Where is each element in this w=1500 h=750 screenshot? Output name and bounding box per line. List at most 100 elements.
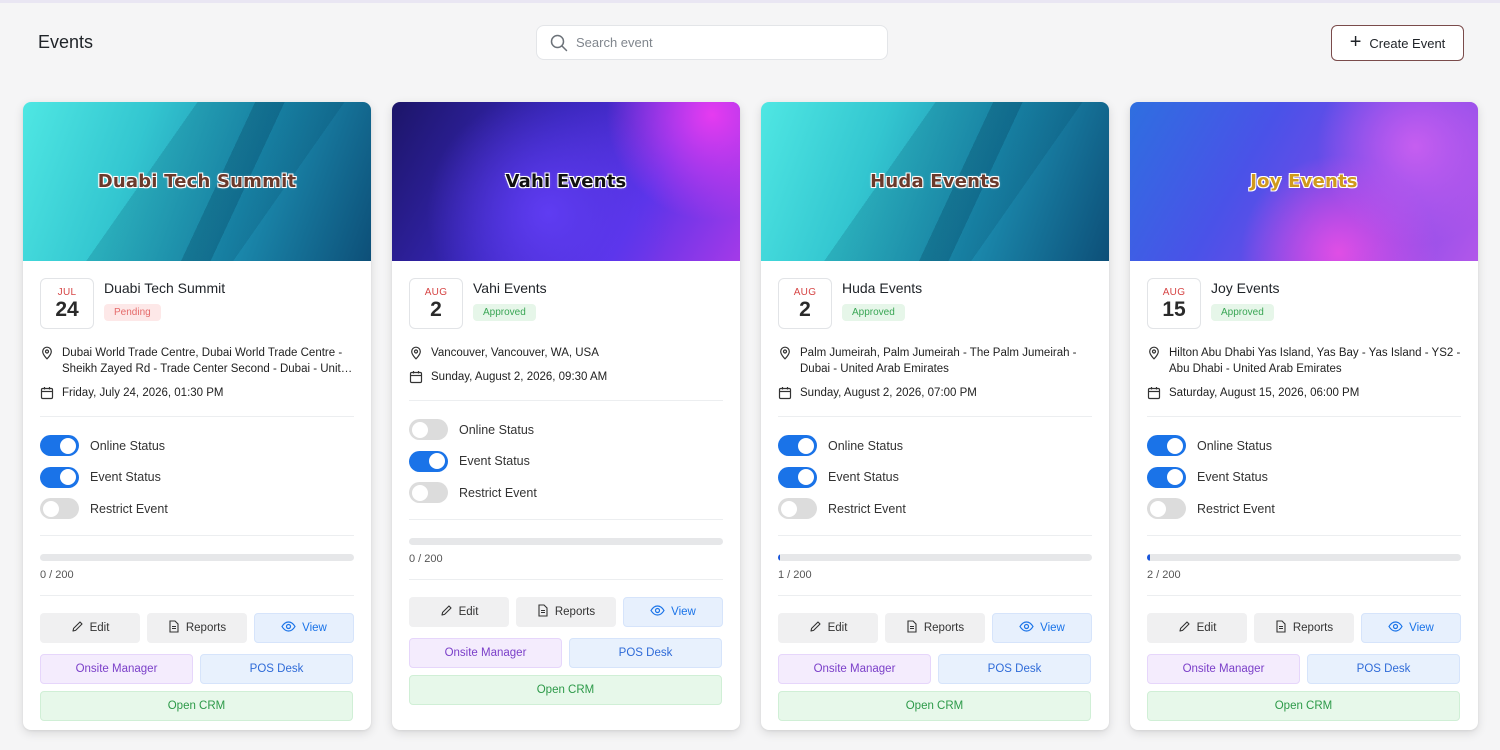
status-badge: Approved [1211,304,1274,321]
location-row: Vancouver, Vancouver, WA, USA [409,345,723,361]
event-banner: Vahi Events [392,102,740,261]
onsite-manager-button[interactable]: Onsite Manager [778,653,931,684]
search-icon [550,34,568,52]
event-name: Joy Events [1211,280,1280,296]
restrict-event-toggle[interactable] [1147,498,1186,520]
event-name: Huda Events [842,280,923,296]
open-crm-button[interactable]: Open CRM [778,690,1091,721]
edit-button[interactable]: Edit [778,612,878,643]
pencil-icon [71,620,84,636]
edit-label: Edit [89,621,110,634]
onsite-manager-button[interactable]: Onsite Manager [409,637,562,668]
pencil-icon [440,604,453,620]
edit-button[interactable]: Edit [40,612,140,643]
restrict-event-row: Restrict Event [40,493,354,525]
eye-icon [1019,620,1034,635]
online-status-label: Online Status [459,422,535,437]
online-status-label: Online Status [90,438,166,453]
status-badge: Pending [104,304,161,321]
banner-title: Huda Events [870,171,1000,192]
date-day: 24 [55,297,79,321]
event-status-label: Event Status [90,470,161,485]
online-status-row: Online Status [409,414,723,446]
ticket-count: 0 / 200 [409,552,443,565]
create-event-button[interactable]: + Create Event [1331,25,1464,61]
calendar-icon [1147,386,1161,400]
calendar-icon [40,386,54,400]
open-crm-button[interactable]: Open CRM [40,690,353,721]
datetime-row: Sunday, August 2, 2026, 09:30 AM [409,369,723,385]
event-status-toggle[interactable] [409,450,448,472]
view-button[interactable]: View [254,612,354,643]
search-input[interactable] [576,35,866,50]
reports-button[interactable]: Reports [1254,612,1354,643]
view-button[interactable]: View [992,612,1092,643]
restrict-event-label: Restrict Event [1197,501,1275,516]
eye-icon [1388,620,1403,635]
eye-icon [650,604,665,619]
event-status-label: Event Status [1197,470,1268,485]
online-status-toggle[interactable] [40,435,79,457]
location-pin-icon [409,346,423,360]
calendar-icon [409,370,423,384]
view-button[interactable]: View [623,596,723,627]
document-icon [906,619,918,636]
reports-button[interactable]: Reports [885,612,985,643]
datetime-row: Saturday, August 15, 2026, 06:00 PM [1147,385,1461,401]
event-status-label: Event Status [459,454,530,469]
open-crm-button[interactable]: Open CRM [409,674,722,705]
pos-desk-button[interactable]: POS Desk [1307,653,1460,684]
event-card-2: Vahi Events AUG 2 Vahi Events Approved V… [392,102,740,730]
ticket-progress-bar [409,537,723,545]
event-banner: Joy Events [1130,102,1478,261]
date-month: AUG [1162,286,1186,298]
location-row: Dubai World Trade Centre, Dubai World Tr… [40,345,354,377]
banner-title: Duabi Tech Summit [97,171,297,192]
event-card-1: Duabi Tech Summit JUL 24 Duabi Tech Summ… [23,102,371,730]
restrict-event-row: Restrict Event [409,477,723,509]
pos-desk-button[interactable]: POS Desk [569,637,722,668]
open-crm-button[interactable]: Open CRM [1147,690,1460,721]
reports-button[interactable]: Reports [147,612,247,643]
event-banner: Duabi Tech Summit [23,102,371,261]
onsite-manager-button[interactable]: Onsite Manager [1147,653,1300,684]
date-day: 15 [1162,297,1186,321]
ticket-progress-fill [778,553,780,561]
date-box: JUL 24 [40,278,94,329]
ticket-progress-fill [1147,553,1151,561]
reports-label: Reports [554,605,596,618]
online-status-toggle[interactable] [778,435,817,457]
event-location: Hilton Abu Dhabi Yas Island, Yas Bay - Y… [1169,347,1461,375]
banner-title: Vahi Events [505,171,627,192]
event-status-toggle[interactable] [40,466,79,488]
online-status-toggle[interactable] [409,419,448,441]
event-status-toggle[interactable] [778,466,817,488]
restrict-event-row: Restrict Event [778,493,1092,525]
search-box[interactable] [536,25,888,60]
pos-desk-button[interactable]: POS Desk [200,653,353,684]
edit-button[interactable]: Edit [409,596,509,627]
onsite-manager-button[interactable]: Onsite Manager [40,653,193,684]
reports-button[interactable]: Reports [516,596,616,627]
pencil-icon [1178,620,1191,636]
online-status-label: Online Status [1197,438,1273,453]
reports-label: Reports [1292,621,1334,634]
view-button[interactable]: View [1361,612,1461,643]
event-datetime: Sunday, August 2, 2026, 07:00 PM [800,387,977,399]
document-icon [168,619,180,636]
event-location: Palm Jumeirah, Palm Jumeirah - The Palm … [800,347,1077,375]
view-label: View [1409,621,1434,634]
status-badge: Approved [842,304,905,321]
edit-button[interactable]: Edit [1147,612,1247,643]
ticket-count: 2 / 200 [1147,568,1181,581]
restrict-event-toggle[interactable] [40,498,79,520]
restrict-event-toggle[interactable] [409,482,448,504]
location-pin-icon [40,346,54,360]
event-status-toggle[interactable] [1147,466,1186,488]
restrict-event-toggle[interactable] [778,498,817,520]
pos-desk-button[interactable]: POS Desk [938,653,1091,684]
page-header: Events + Create Event [0,0,1500,85]
location-row: Hilton Abu Dhabi Yas Island, Yas Bay - Y… [1147,345,1461,377]
online-status-toggle[interactable] [1147,435,1186,457]
event-banner: Huda Events [761,102,1109,261]
